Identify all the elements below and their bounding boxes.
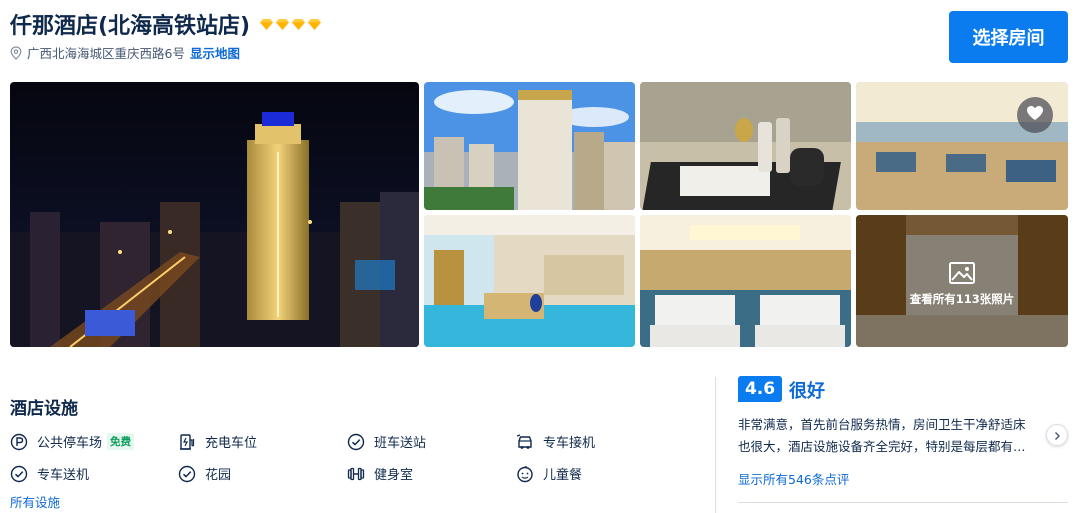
view-all-photos-label: 查看所有113张照片 bbox=[909, 292, 1015, 306]
photo-room-pool[interactable] bbox=[424, 215, 635, 347]
gallery-icon bbox=[948, 261, 976, 285]
facility-label: 公共停车场 bbox=[37, 436, 103, 451]
address-row: 广西北海海城区重庆西路6号 显示地图 bbox=[10, 43, 240, 62]
view-all-photos-button[interactable]: 查看所有113张照片 bbox=[856, 215, 1068, 347]
heart-icon bbox=[1026, 105, 1044, 125]
photo-toiletries[interactable] bbox=[640, 82, 851, 210]
facility-public-parking: 公共停车场 免费 bbox=[10, 432, 135, 451]
review-score-badge: 4.6 bbox=[738, 376, 782, 402]
facility-label: 花园 bbox=[205, 468, 232, 483]
diamond-icon bbox=[292, 18, 306, 30]
photo-exterior-day[interactable] bbox=[424, 82, 635, 210]
main-photo-night-exterior[interactable] bbox=[10, 82, 419, 347]
facility-airport-dropoff: 专车送机 bbox=[10, 464, 89, 483]
select-room-button[interactable]: 选择房间 bbox=[949, 11, 1068, 63]
facility-label: 班车送站 bbox=[374, 436, 427, 451]
favorite-heart-button[interactable] bbox=[1017, 97, 1053, 133]
hotel-name: 仟那酒店(北海高铁站店) bbox=[10, 14, 251, 39]
facility-shuttle-to-station: 班车送站 bbox=[347, 432, 426, 451]
diamond-rating bbox=[260, 18, 322, 30]
free-badge: 免费 bbox=[107, 433, 135, 450]
review-divider bbox=[738, 502, 1068, 503]
review-score-label: 很好 bbox=[789, 381, 825, 402]
facility-garden: 花园 bbox=[178, 464, 231, 483]
parking-icon bbox=[10, 433, 28, 451]
check-circle-icon bbox=[347, 433, 365, 451]
facility-charging-space: 充电车位 bbox=[178, 432, 257, 451]
all-reviews-link[interactable]: 显示所有546条点评 bbox=[738, 469, 849, 488]
kids-meal-icon bbox=[516, 465, 534, 483]
review-line-1: 非常满意，首先前台服务热情，房间卫生干净舒适床 bbox=[738, 417, 1026, 432]
facility-label: 专车接机 bbox=[543, 436, 596, 451]
chevron-right-icon bbox=[1052, 426, 1062, 445]
section-divider bbox=[715, 377, 716, 513]
dumbbell-icon bbox=[347, 465, 365, 483]
hotel-address: 广西北海海城区重庆西路6号 bbox=[27, 46, 185, 61]
facility-label: 儿童餐 bbox=[543, 468, 583, 483]
check-circle-icon bbox=[10, 465, 28, 483]
review-line-2: 也很大，酒店设施设备齐全完好，特别是每层都有… bbox=[738, 439, 1026, 454]
facility-airport-pickup: 专车接机 bbox=[516, 432, 595, 451]
review-snippet[interactable]: 非常满意，首先前台服务热情，房间卫生干净舒适床 也很大，酒店设施设备齐全完好，特… bbox=[738, 414, 1045, 458]
airport-car-icon bbox=[516, 433, 534, 451]
hotel-title-row: 仟那酒店(北海高铁站店) bbox=[10, 8, 322, 40]
facility-label: 专车送机 bbox=[37, 468, 90, 483]
location-pin-icon bbox=[10, 45, 22, 60]
facility-gym: 健身室 bbox=[347, 464, 413, 483]
photo-meeting-room[interactable] bbox=[640, 215, 851, 347]
facility-kids-meal: 儿童餐 bbox=[516, 464, 582, 483]
all-facilities-link[interactable]: 所有设施 bbox=[10, 492, 60, 511]
diamond-icon bbox=[276, 18, 290, 30]
diamond-icon bbox=[308, 18, 322, 30]
check-circle-icon bbox=[178, 465, 196, 483]
next-review-button[interactable] bbox=[1046, 424, 1068, 446]
facilities-title: 酒店设施 bbox=[10, 399, 78, 419]
charging-station-icon bbox=[178, 433, 196, 451]
facility-label: 健身室 bbox=[374, 468, 414, 483]
facility-label: 充电车位 bbox=[205, 436, 258, 451]
show-map-link[interactable]: 显示地图 bbox=[190, 43, 240, 62]
diamond-icon bbox=[260, 18, 274, 30]
